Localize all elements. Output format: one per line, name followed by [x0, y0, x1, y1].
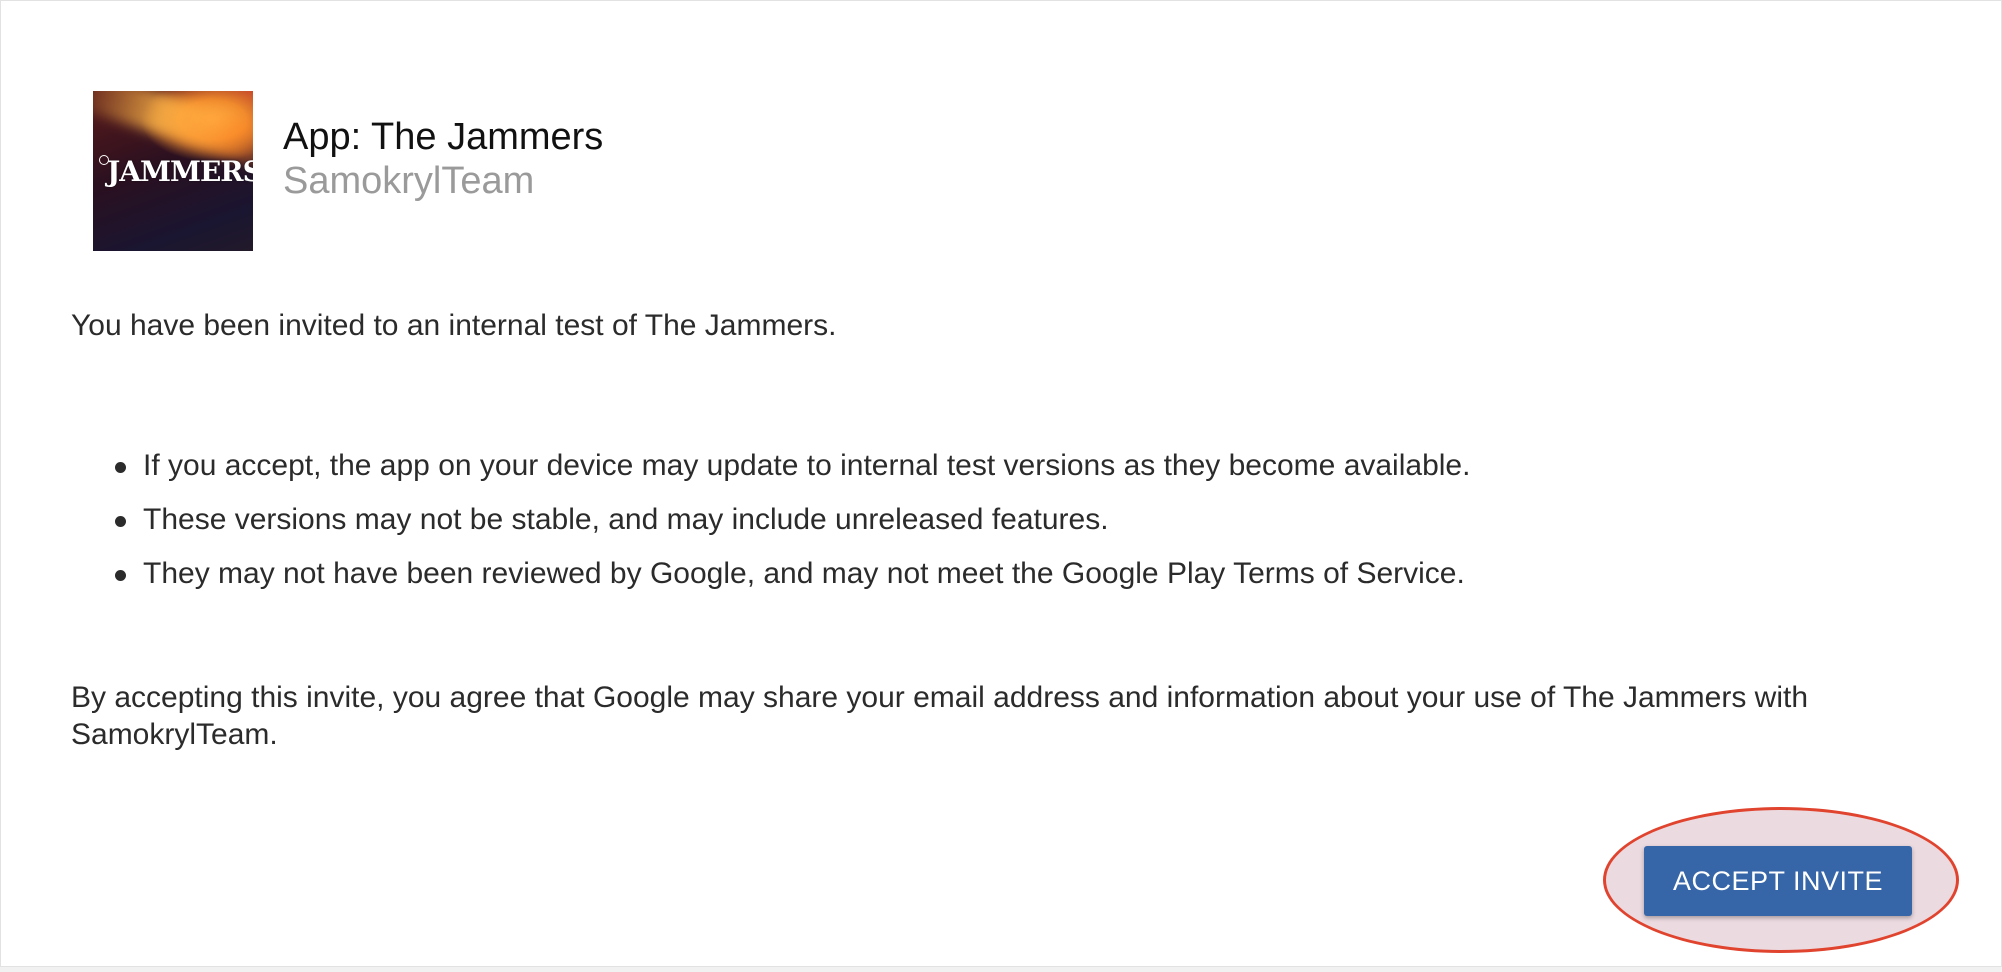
bullet-icon	[115, 516, 126, 527]
invite-intro-text: You have been invited to an internal tes…	[71, 309, 837, 342]
bullet-icon	[115, 570, 126, 581]
list-item-text: If you accept, the app on your device ma…	[143, 449, 1471, 482]
app-icon: JAMMERS	[93, 91, 253, 251]
app-header: JAMMERS App: The Jammers SamokrylTeam	[93, 91, 603, 251]
invite-card: JAMMERS App: The Jammers SamokrylTeam Yo…	[0, 0, 2002, 967]
app-title: App: The Jammers	[283, 116, 604, 158]
app-developer: SamokrylTeam	[283, 160, 535, 202]
app-meta: App: The Jammers SamokrylTeam	[283, 115, 603, 203]
accept-invite-button[interactable]: ACCEPT INVITE	[1644, 846, 1912, 916]
agreement-text: By accepting this invite, you agree that…	[71, 681, 1809, 751]
list-item: They may not have been reviewed by Googl…	[113, 547, 1470, 601]
invite-conditions-list: If you accept, the app on your device ma…	[113, 439, 1470, 601]
list-item-text: They may not have been reviewed by Googl…	[143, 557, 1465, 590]
bullet-icon	[115, 462, 126, 473]
list-item-text: These versions may not be stable, and ma…	[143, 503, 1109, 536]
app-icon-logo: JAMMERS	[107, 155, 253, 188]
list-item: These versions may not be stable, and ma…	[113, 493, 1470, 547]
list-item: If you accept, the app on your device ma…	[113, 439, 1470, 493]
